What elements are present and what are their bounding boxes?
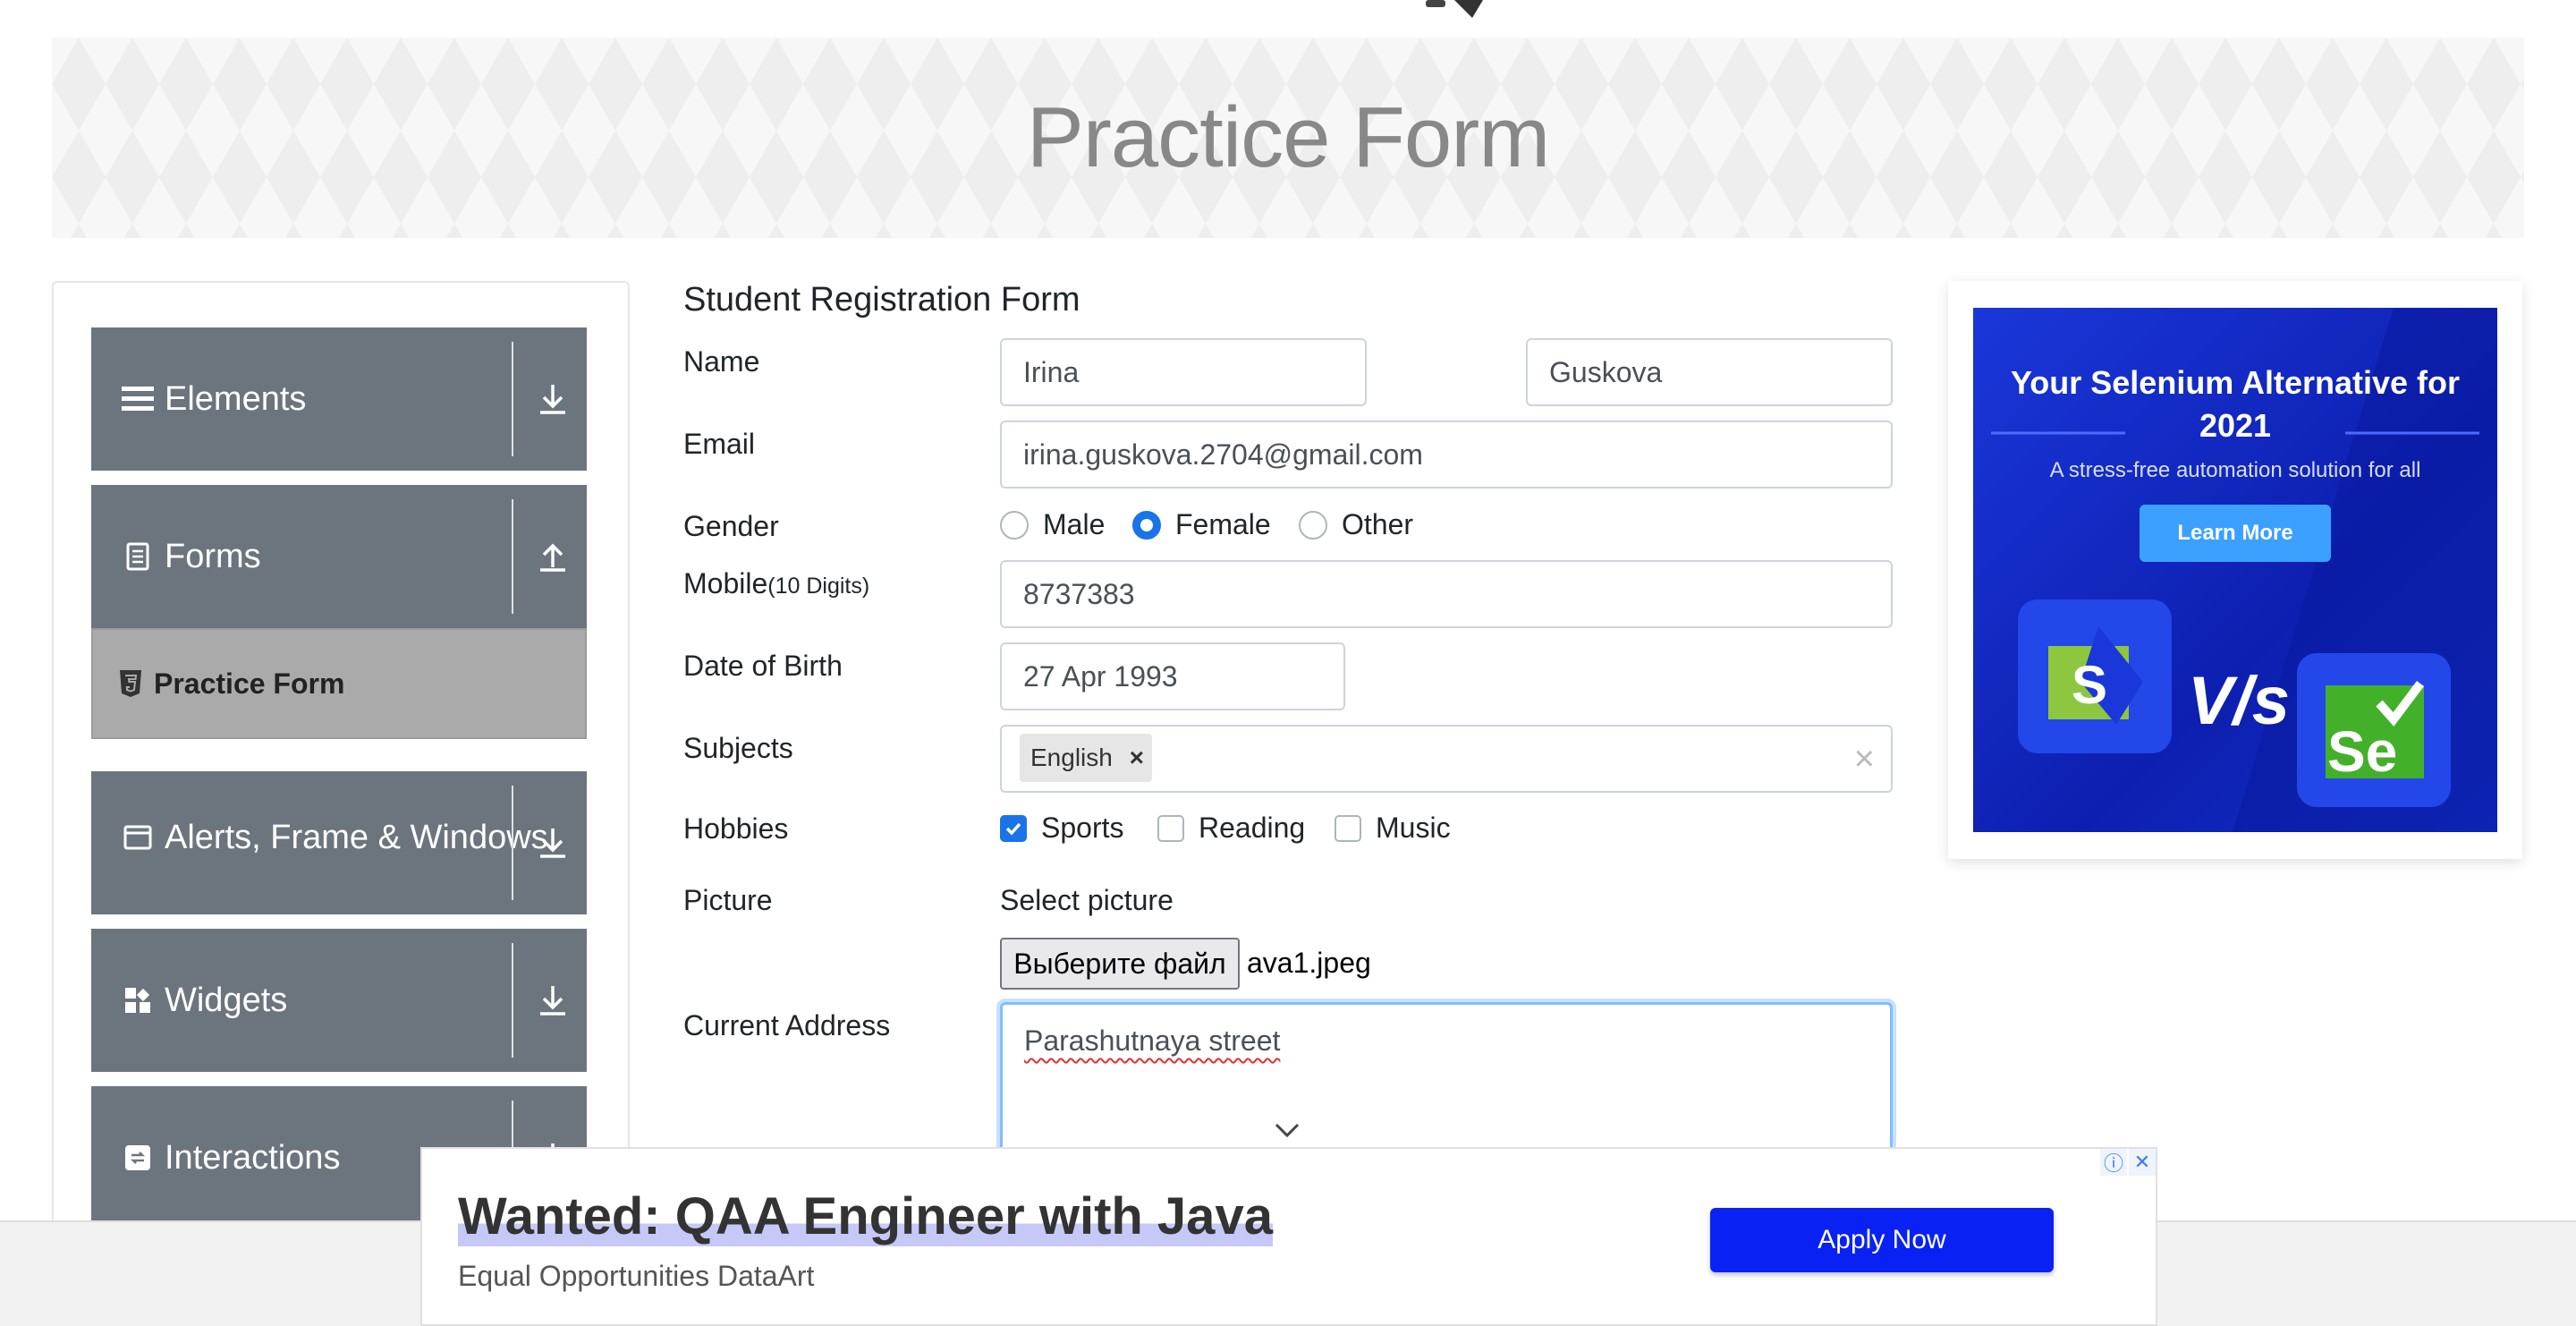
ad-choices: ⓘ ✕ bbox=[2098, 1149, 2156, 1176]
chevron-down-icon[interactable] bbox=[1274, 1122, 1301, 1138]
menu-icon bbox=[122, 383, 154, 415]
katalon-logo-icon: S bbox=[2018, 599, 2172, 753]
address-text: Parashutnaya street bbox=[1024, 1024, 1281, 1057]
site-logo-icon[interactable] bbox=[1422, 0, 1494, 20]
hobby-checkbox-sports[interactable]: Sports bbox=[1000, 812, 1123, 845]
file-name: ava1.jpeg bbox=[1247, 947, 1371, 979]
gender-label: Gender bbox=[683, 510, 779, 542]
radio-button-selected[interactable] bbox=[1132, 510, 1161, 540]
remove-tag-icon[interactable]: × bbox=[1122, 734, 1152, 782]
subject-tag-label: English bbox=[1030, 744, 1113, 771]
email-input[interactable]: irina.guskova.2704@gmail.com bbox=[1000, 421, 1893, 489]
window-icon bbox=[122, 821, 154, 854]
sidebar-group-label: Forms bbox=[165, 538, 261, 575]
mobile-input[interactable]: 8737383 bbox=[1000, 560, 1893, 628]
radio-button[interactable] bbox=[1299, 510, 1327, 540]
page-banner: Practice Form bbox=[52, 38, 2524, 238]
sidebar-divider bbox=[512, 943, 513, 1058]
checkbox-checked[interactable] bbox=[1000, 814, 1027, 842]
first-name-input[interactable]: Irina bbox=[1000, 338, 1367, 406]
checkbox-label: Sports bbox=[1041, 812, 1124, 844]
checkbox-label: Music bbox=[1376, 812, 1451, 844]
ad-vs-text: V/s bbox=[2188, 663, 2291, 739]
sidebar-group-forms[interactable]: Forms bbox=[91, 485, 587, 628]
sidebar-group-widgets[interactable]: Widgets bbox=[91, 929, 587, 1072]
ad-image: Your Selenium Alternative for 2021 A str… bbox=[1973, 308, 2497, 832]
gender-radio-other[interactable]: Other bbox=[1299, 508, 1413, 541]
subject-tag: English × bbox=[1020, 734, 1152, 782]
radio-label: Male bbox=[1043, 508, 1106, 540]
ad-advertiser: Equal Opportunities DataArt bbox=[458, 1260, 815, 1292]
sidebar: Elements Forms Practice Form Alerts, Fra… bbox=[52, 281, 630, 1265]
name-label: Name bbox=[683, 345, 760, 378]
close-icon[interactable]: ✕ bbox=[2129, 1149, 2156, 1176]
mobile-hint: (10 Digits) bbox=[767, 574, 870, 599]
radio-label: Female bbox=[1175, 508, 1271, 540]
radio-button[interactable] bbox=[1000, 510, 1029, 540]
download-arrow-icon[interactable] bbox=[535, 825, 571, 861]
sidebar-divider bbox=[512, 342, 513, 456]
selenium-ad[interactable]: Your Selenium Alternative for 2021 A str… bbox=[1948, 281, 2522, 859]
picture-caption: Select picture bbox=[1000, 884, 1174, 916]
address-label: Current Address bbox=[683, 1009, 891, 1041]
upload-arrow-icon[interactable] bbox=[535, 539, 571, 574]
document-icon bbox=[122, 540, 154, 573]
clear-all-icon[interactable]: × bbox=[1854, 739, 1875, 779]
ad-subtitle: A stress-free automation solution for al… bbox=[2049, 458, 2421, 482]
dob-input[interactable]: 27 Apr 1993 bbox=[1000, 642, 1345, 710]
mobile-label-text: Mobile bbox=[683, 567, 768, 599]
sidebar-item-practice-form[interactable]: Practice Form bbox=[91, 628, 587, 739]
mobile-label: Mobile(10 Digits) bbox=[683, 567, 869, 600]
sidebar-group-label: Widgets bbox=[165, 982, 288, 1019]
current-address-textarea[interactable]: Parashutnaya street bbox=[1000, 1002, 1893, 1163]
checkbox-label: Reading bbox=[1199, 812, 1306, 844]
selenium-logo-icon: Se bbox=[2297, 653, 2451, 807]
picture-label: Picture bbox=[683, 884, 773, 916]
widgets-icon bbox=[122, 984, 154, 1016]
download-arrow-icon[interactable] bbox=[535, 381, 571, 417]
apply-now-button[interactable]: Apply Now bbox=[1710, 1208, 2054, 1272]
page-title: Practice Form bbox=[1026, 89, 1550, 185]
sidebar-group-label: Alerts, Frame & Windows bbox=[165, 819, 548, 856]
ad-headline[interactable]: Wanted: QAA Engineer with Java bbox=[458, 1186, 1273, 1246]
last-name-input[interactable]: Guskova bbox=[1526, 338, 1893, 406]
gender-radio-male[interactable]: Male bbox=[1000, 508, 1105, 541]
job-ad-banner[interactable]: Wanted: QAA Engineer with Java Equal Opp… bbox=[420, 1147, 2157, 1326]
form-title: Student Registration Form bbox=[683, 281, 1080, 319]
sidebar-item-label: Practice Form bbox=[154, 667, 345, 700]
hobbies-label: Hobbies bbox=[683, 812, 789, 845]
download-arrow-icon[interactable] bbox=[535, 982, 571, 1018]
subjects-label: Subjects bbox=[683, 732, 793, 764]
learn-more-button[interactable]: Learn More bbox=[2140, 505, 2331, 562]
choose-file-button[interactable]: Выберите файл bbox=[1000, 938, 1240, 990]
interactions-icon bbox=[122, 1142, 154, 1174]
dob-label: Date of Birth bbox=[683, 650, 843, 682]
sidebar-divider bbox=[512, 499, 513, 614]
sidebar-group-elements[interactable]: Elements bbox=[91, 327, 587, 471]
hobby-checkbox-reading[interactable]: Reading bbox=[1157, 812, 1305, 845]
radio-label: Other bbox=[1342, 508, 1414, 540]
sidebar-group-alerts[interactable]: Alerts, Frame & Windows bbox=[91, 771, 587, 914]
page: Practice Form Elements Forms Practice Fo… bbox=[0, 0, 2576, 1326]
svg-text:S: S bbox=[2072, 655, 2107, 715]
info-icon[interactable]: ⓘ bbox=[2100, 1149, 2127, 1176]
html5-icon bbox=[120, 670, 141, 697]
checkbox[interactable] bbox=[1335, 814, 1361, 842]
hobby-checkbox-music[interactable]: Music bbox=[1335, 812, 1451, 845]
email-label: Email bbox=[683, 428, 756, 460]
gender-radio-female[interactable]: Female bbox=[1132, 508, 1271, 541]
sidebar-divider bbox=[512, 786, 513, 900]
ad-title: Your Selenium Alternative for 2021 bbox=[2010, 364, 2461, 444]
svg-text:Se: Se bbox=[2327, 719, 2397, 784]
checkbox[interactable] bbox=[1157, 814, 1184, 842]
sidebar-group-label: Elements bbox=[165, 380, 307, 418]
